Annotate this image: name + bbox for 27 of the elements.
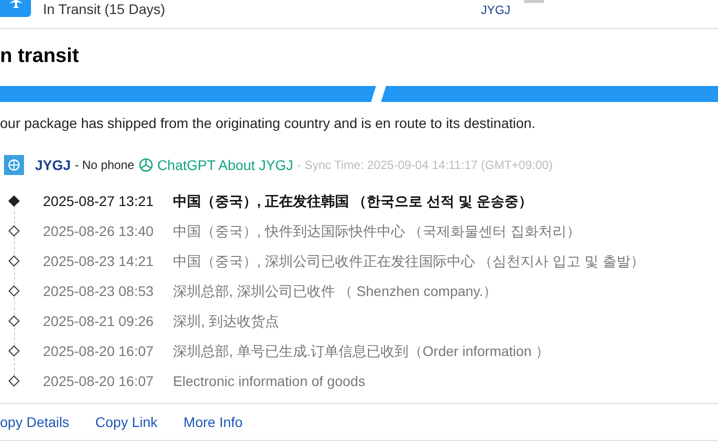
event-time: 2025-08-27 13:21	[43, 192, 155, 210]
event-time: 2025-08-20 16:07	[43, 372, 155, 390]
section-title: n transit	[0, 44, 79, 68]
phone-text: - No phone	[74, 157, 134, 174]
event-text: 中国（중국）, 正在发往韩国 （한국으로 선적 및 운송중）	[173, 192, 532, 211]
event-text: 中国（중국）, 快件到达国际快件中心 （국제화물센터 집화처리）	[173, 222, 581, 240]
event-text: 中国（중국）, 深圳公司已收件正在发往国际中心 （심천지사 입고 및 출발）	[173, 252, 644, 270]
action-link[interactable]: Copy Link	[95, 412, 158, 432]
action-link[interactable]: opy Details	[0, 412, 70, 432]
event-time: 2025-08-26 13:40	[43, 222, 155, 240]
status-text: In Transit (15 Days)	[43, 1, 166, 18]
action-link[interactable]: More Info	[184, 412, 243, 432]
event-text: Electronic information of goods	[173, 372, 366, 391]
carrier-logo	[4, 155, 24, 175]
flag-icon	[524, 0, 544, 3]
status-description: our package has shipped from the originating country and is en route to its destination.	[0, 115, 536, 132]
sync-time: - Sync Time: 2025-09-04 14:11:17 (GMT+09:00)	[297, 157, 553, 174]
event-time: 2025-08-21 09:26	[43, 312, 155, 330]
chatgpt-icon	[138, 157, 154, 173]
event-text: 深圳, 到达收货点	[173, 312, 279, 330]
event-text: 深圳总部, 深圳公司已收件 （ Shenzhen company.）	[173, 282, 498, 301]
carrier-name[interactable]: JYGJ	[35, 154, 71, 176]
event-time: 2025-08-20 16:07	[43, 342, 155, 360]
event-time: 2025-08-23 08:53	[43, 282, 155, 300]
event-text: 深圳总部, 单号已生成.订单信息已收到（Order information ）	[173, 342, 550, 360]
event-time: 2025-08-23 14:21	[43, 252, 155, 270]
carrier-link[interactable]: JYGJ	[481, 3, 510, 17]
